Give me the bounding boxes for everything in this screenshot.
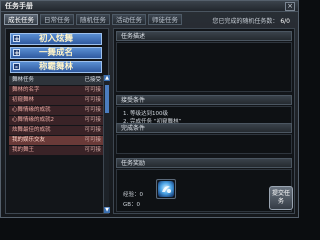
tab-event[interactable]: 活动任务 (112, 14, 146, 25)
quest-detail-panel: 任务描述 接受条件 1. 等级达到100级 2. 完成任务 “初窥舞林” 完成条… (113, 28, 295, 214)
quest-state: 可可接 (84, 137, 101, 143)
section-reward-title: 任务奖励 (116, 158, 292, 168)
quest-row[interactable]: 炫舞最佳的成就 可可接 (9, 126, 104, 135)
section-complete-title: 完成条件 (116, 123, 292, 133)
scroll-down-icon[interactable]: ▼ (104, 207, 110, 213)
quest-name: 炫舞最佳的成就 (12, 127, 51, 133)
quest-count-label: 您已完成的随机任务数： (212, 18, 279, 25)
quest-state: 可可接 (84, 117, 101, 123)
quest-state: 可可接 (84, 127, 101, 133)
quest-row[interactable]: 初窥舞林 可可接 (9, 96, 104, 105)
description-body (116, 42, 292, 92)
quest-row[interactable]: 心舞情缘的成就2 可可接 (9, 116, 104, 125)
quest-state: 可可接 (84, 147, 101, 153)
expand-icon[interactable]: + (13, 35, 20, 43)
tab-random[interactable]: 随机任务 (76, 14, 110, 25)
category-label: 初入炫舞 (38, 34, 73, 44)
scroll-thumb[interactable] (105, 85, 109, 113)
tab-growth[interactable]: 成长任务 (4, 14, 38, 25)
quest-list-panel: + 初入炫舞 + 一舞成名 - 称霸舞林 舞林任务 已接受 舞林的名字 可可接 … (5, 28, 110, 214)
section-description-title: 任务描述 (116, 31, 292, 41)
reward-gold: GB：0 (123, 202, 141, 208)
category-button-fame[interactable]: + 一舞成名 (10, 47, 102, 59)
category-button-beginner[interactable]: + 初入炫舞 (10, 33, 102, 45)
quest-name: 心舞情缘的成就 (12, 107, 51, 113)
accept-condition-1: 1. 等级达到100级 (123, 111, 168, 117)
expand-icon[interactable]: + (13, 49, 20, 57)
reward-item-icon[interactable] (156, 179, 176, 199)
quest-list-scrollbar[interactable]: ▲ ▼ (103, 75, 110, 213)
window-title: 任务手册 (5, 2, 33, 10)
quest-list-header: 舞林任务 已接受 (9, 76, 104, 85)
quest-state: 可可接 (84, 87, 101, 93)
quest-name: 我的舞王 (12, 147, 35, 153)
tab-bar: 成长任务 日常任务 随机任务 活动任务 师徒任务 (4, 14, 182, 25)
reward-exp: 经验：0 (123, 192, 143, 198)
quest-row-selected[interactable]: 我的娱乐交友 可可接 (9, 136, 104, 145)
quest-name: 心舞情缘的成就2 (12, 117, 54, 123)
collapse-icon[interactable]: - (13, 63, 20, 71)
reward-body: 经验：0 GB：0 (116, 169, 292, 212)
header-state: 已接受 (84, 77, 101, 83)
quest-manual-window: 任务手册 × 成长任务 日常任务 随机任务 活动任务 师徒任务 您已完成的随机任… (0, 0, 299, 218)
category-label: 称霸舞林 (38, 62, 73, 72)
quest-row[interactable]: 舞林的名字 可可接 (9, 86, 104, 95)
quest-state: 可可接 (84, 97, 101, 103)
category-button-dominate[interactable]: - 称霸舞林 (10, 61, 102, 73)
title-bar[interactable]: 任务手册 × (1, 1, 298, 12)
submit-quest-button[interactable]: 提交任务 (269, 186, 293, 210)
quest-name: 舞林的名字 (12, 87, 40, 93)
quest-name: 初窥舞林 (12, 97, 35, 103)
tab-mentor[interactable]: 师徒任务 (148, 14, 182, 25)
random-quest-count: 您已完成的随机任务数： 6/0 (212, 16, 290, 25)
reward-item-graphic (158, 181, 174, 197)
quest-count-value: 6/0 (280, 18, 290, 25)
header-name: 舞林任务 (12, 77, 35, 83)
tab-daily[interactable]: 日常任务 (40, 14, 74, 25)
section-accept-title: 接受条件 (116, 95, 292, 105)
quest-name: 我的娱乐交友 (12, 137, 46, 143)
category-label: 一舞成名 (38, 48, 73, 58)
scroll-up-icon[interactable]: ▲ (104, 75, 110, 81)
quest-state: 可可接 (84, 107, 101, 113)
quest-row[interactable]: 心舞情缘的成就 可可接 (9, 106, 104, 115)
close-icon[interactable]: × (285, 2, 295, 11)
quest-row[interactable]: 我的舞王 可可接 (9, 146, 104, 155)
complete-body (116, 134, 292, 154)
